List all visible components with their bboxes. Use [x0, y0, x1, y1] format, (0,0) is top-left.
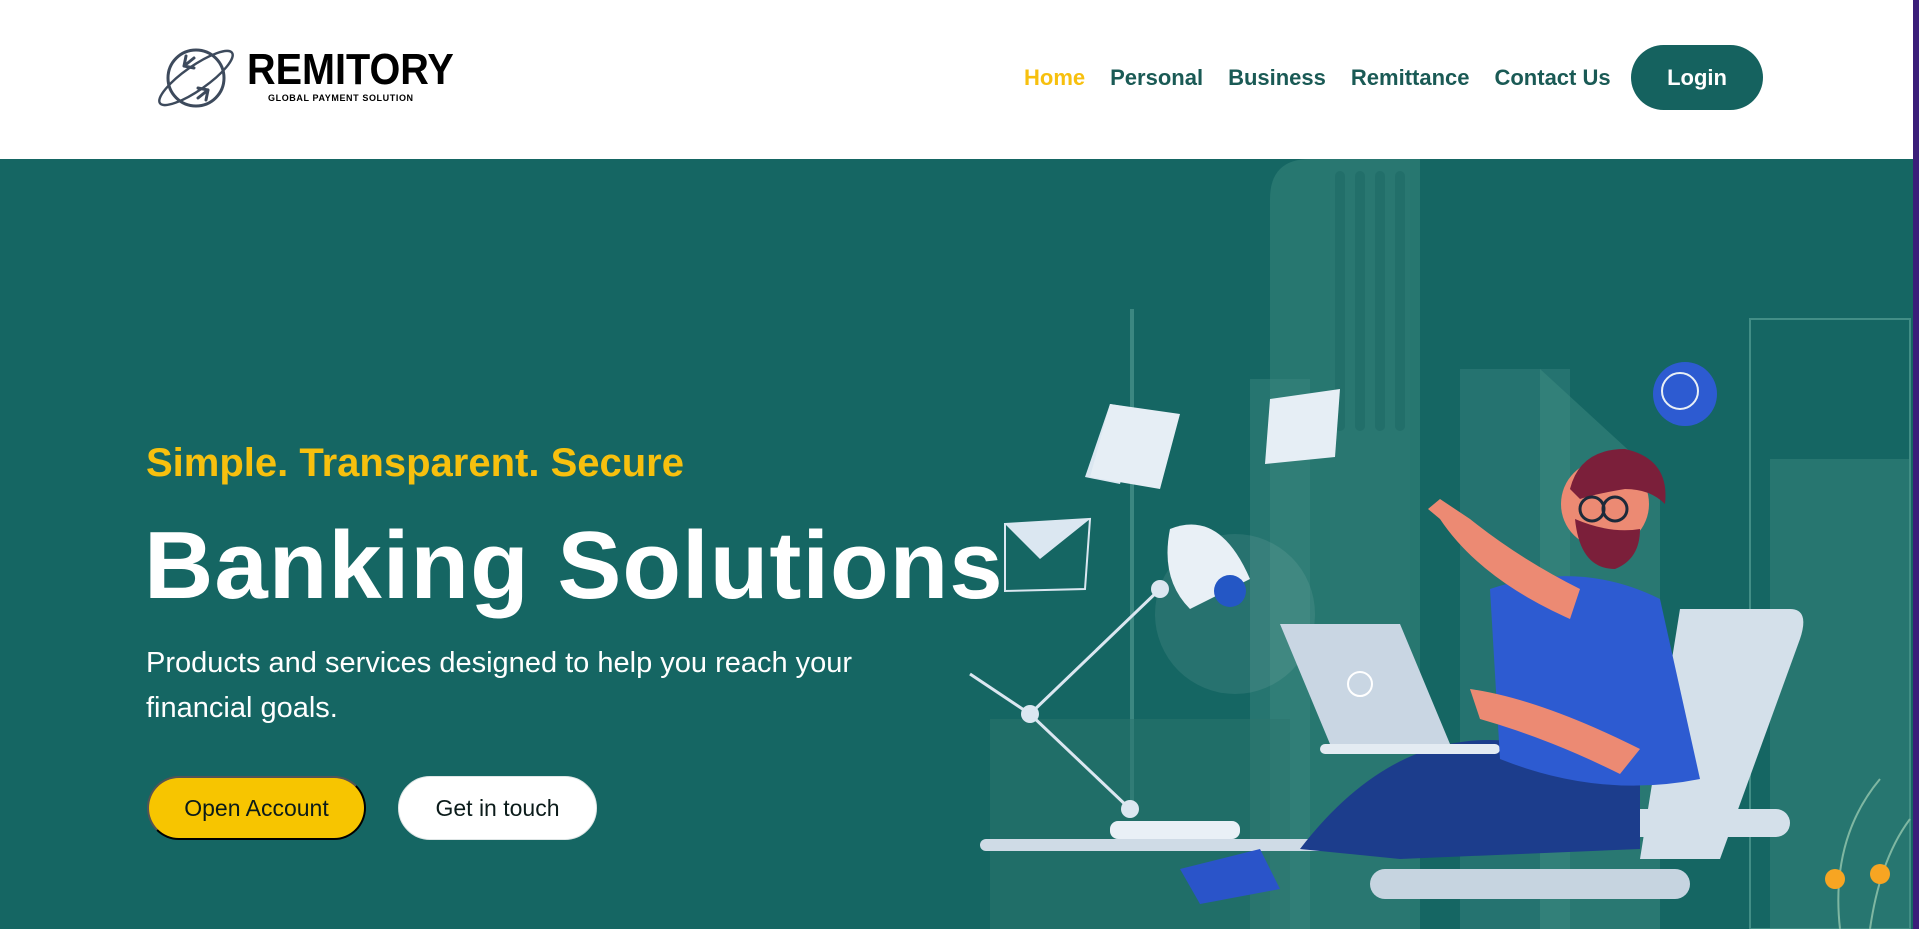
brand-logo[interactable]: REMITORY GLOBAL PAYMENT SOLUTION — [154, 44, 454, 110]
scrollbar[interactable] — [1913, 0, 1919, 929]
open-account-button[interactable]: Open Account — [147, 776, 366, 840]
main-nav: Home Personal Business Remittance Contac… — [1024, 62, 1611, 94]
hero-description: Products and services designed to help y… — [146, 647, 853, 724]
nav-item-personal[interactable]: Personal — [1110, 62, 1203, 94]
man-working-on-laptop-illustration — [969, 159, 1911, 929]
nav-item-business[interactable]: Business — [1228, 62, 1326, 94]
brand-tagline: GLOBAL PAYMENT SOLUTION — [268, 93, 414, 103]
hero-tagline: Simple. Transparent. Secure — [146, 441, 684, 485]
site-header: REMITORY GLOBAL PAYMENT SOLUTION Home Pe… — [0, 0, 1913, 159]
login-button[interactable]: Login — [1631, 45, 1763, 110]
nav-item-remittance[interactable]: Remittance — [1351, 62, 1470, 94]
nav-item-home[interactable]: Home — [1024, 62, 1085, 94]
globe-arrows-icon — [158, 48, 234, 108]
brand-name: REMITORY — [247, 45, 454, 94]
hero-section: Simple. Transparent. Secure Banking Solu… — [0, 159, 1913, 929]
hero-headline: Banking Solutions — [144, 512, 1004, 619]
nav-item-contact-us[interactable]: Contact Us — [1494, 62, 1610, 94]
get-in-touch-button[interactable]: Get in touch — [398, 776, 597, 840]
